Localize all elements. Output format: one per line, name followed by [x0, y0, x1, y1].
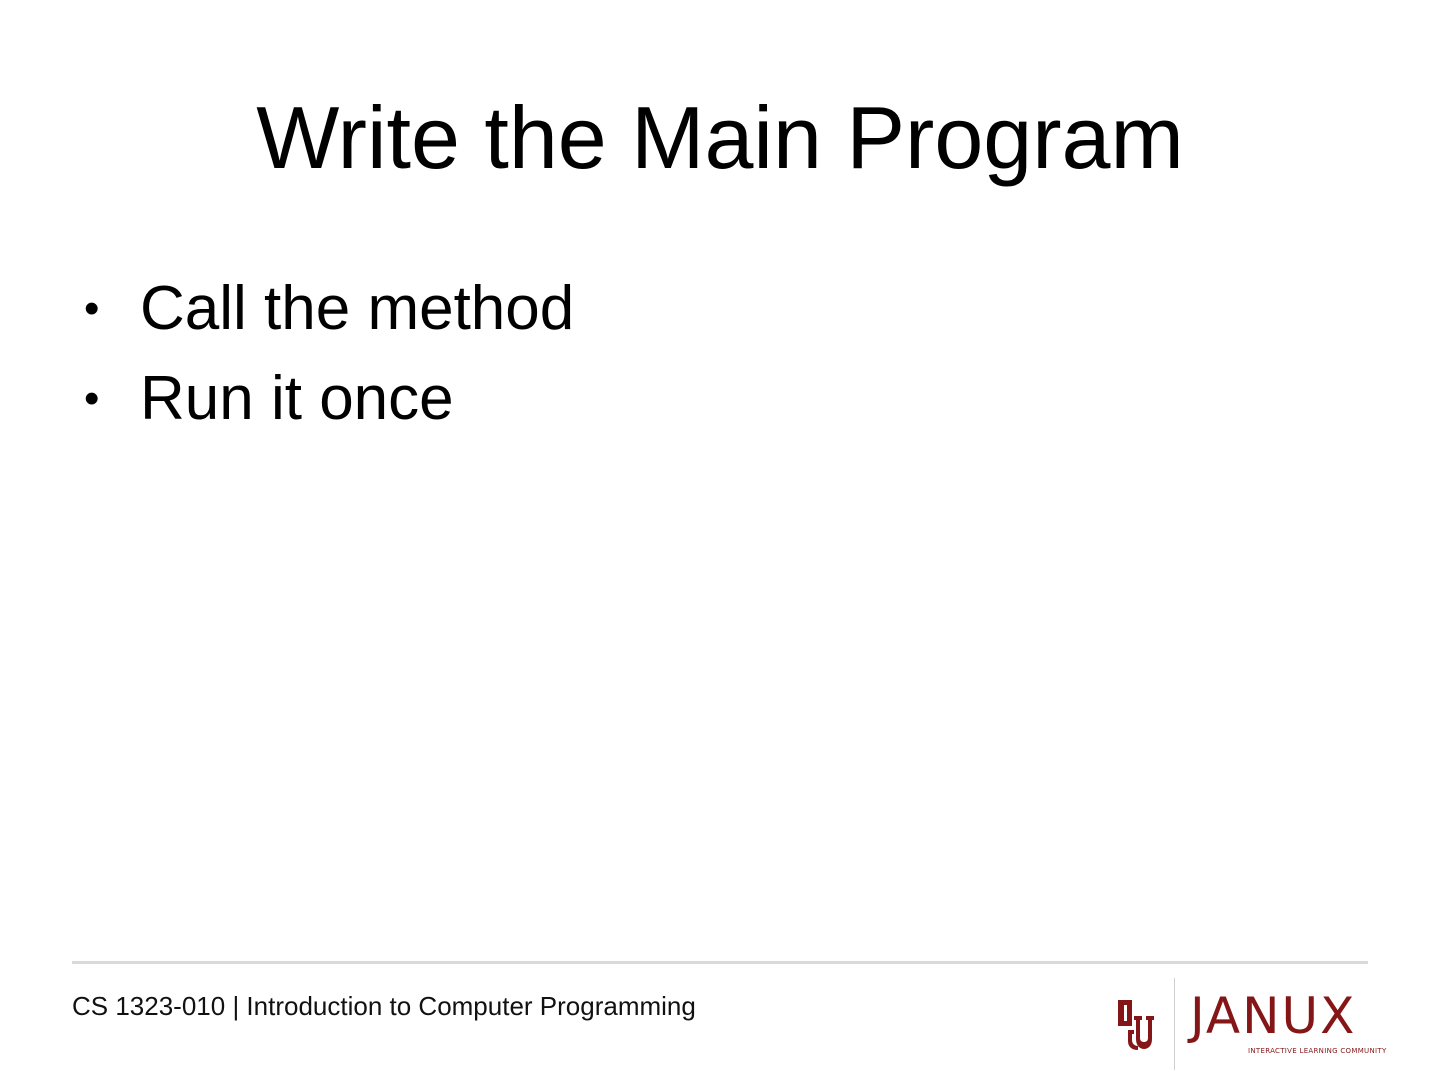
bullet-list: • Call the method • Run it once: [84, 264, 574, 444]
bullet-text: Run it once: [140, 364, 454, 433]
bullet-marker: •: [84, 374, 100, 423]
janux-tagline: INTERACTIVE LEARNING COMMUNITY: [1248, 1047, 1387, 1055]
bullet-text: Call the method: [140, 274, 575, 343]
course-footer: CS 1323-010 | Introduction to Computer P…: [72, 991, 696, 1021]
bullet-marker: •: [84, 284, 100, 333]
footer-divider: [72, 961, 1368, 964]
bullet-item: • Run it once: [84, 354, 574, 444]
janux-wordmark: JANUX: [1190, 987, 1357, 1045]
slide: Write the Main Program • Call the method…: [0, 0, 1440, 1080]
slide-title: Write the Main Program: [256, 88, 1184, 187]
logo-divider: [1174, 978, 1175, 1070]
ou-monogram-icon: [1114, 994, 1158, 1054]
bullet-item: • Call the method: [84, 264, 574, 354]
janux-logo: JANUX INTERACTIVE LEARNING COMMUNITY: [1110, 976, 1386, 1072]
